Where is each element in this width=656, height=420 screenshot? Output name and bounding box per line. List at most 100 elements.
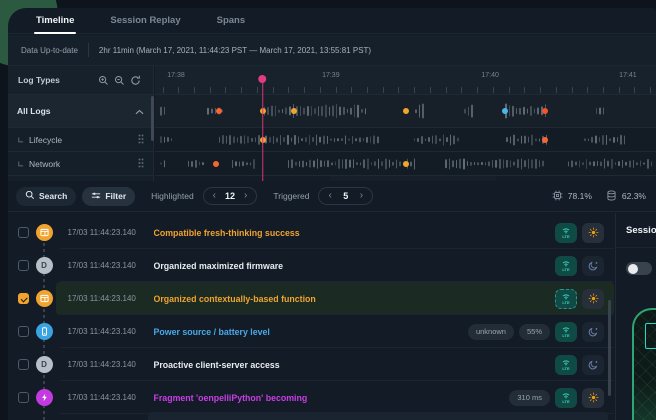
moon-icon[interactable]: [582, 355, 604, 375]
event-marker-dot[interactable]: [542, 108, 548, 114]
drag-handle-icon[interactable]: [138, 155, 144, 173]
next-highlighted-button[interactable]: ›: [244, 191, 247, 201]
waveform-bar: [271, 105, 273, 116]
log-checkbox[interactable]: [18, 260, 29, 271]
svg-text:LTE: LTE: [562, 399, 570, 404]
sun-icon[interactable]: [582, 223, 604, 243]
chevron-up-icon[interactable]: [135, 102, 144, 120]
waveform-bar: [509, 105, 511, 116]
memory-stat: 62.3%: [606, 190, 646, 203]
zoom-out-icon[interactable]: [111, 75, 127, 86]
divider: [616, 247, 656, 248]
waveform-bar: [579, 160, 581, 167]
waveform-bar: [246, 162, 248, 165]
log-row[interactable]: 17/03 11:44:23.140Fragment 'oenpelliPyth…: [8, 381, 614, 414]
waveform-bar: [535, 138, 537, 141]
tab-spans[interactable]: Spans: [217, 15, 246, 26]
log-types-scrollbar[interactable]: [151, 96, 154, 141]
waveform-bar: [253, 158, 255, 168]
log-badges: LTE: [555, 355, 604, 375]
tab-session-replay[interactable]: Session Replay: [110, 15, 180, 26]
waveform-bar: [602, 134, 604, 144]
waveform-bar: [470, 161, 472, 165]
sun-icon[interactable]: [582, 289, 604, 309]
axis-tick: [619, 87, 620, 93]
log-type-label: Network: [29, 159, 138, 169]
waveform-bar: [539, 160, 541, 168]
search-button[interactable]: Search: [16, 187, 76, 206]
value-pill: 310 ms: [509, 390, 550, 406]
event-marker-dot[interactable]: [502, 108, 508, 114]
axis-tick: [461, 87, 462, 93]
log-checkbox[interactable]: [18, 326, 29, 337]
session-toggle[interactable]: [626, 262, 652, 275]
waveform-bar: [339, 107, 341, 116]
log-type-row-network[interactable]: Network: [8, 152, 153, 176]
waveform-bar: [499, 158, 501, 168]
axis-tick: [304, 87, 305, 93]
event-marker-dot[interactable]: [291, 108, 297, 114]
waveform-bar: [226, 135, 228, 144]
playhead[interactable]: [262, 79, 264, 181]
lte-signal-badge[interactable]: LTE: [555, 322, 577, 342]
event-marker-dot[interactable]: [403, 108, 409, 114]
log-row[interactable]: D17/03 11:44:23.140Proactive client-serv…: [8, 348, 614, 381]
log-types-panel: Log Types All Logs Lifecycle: [8, 66, 154, 181]
tab-timeline[interactable]: Timeline: [36, 15, 74, 26]
lte-signal-badge[interactable]: LTE: [555, 223, 577, 243]
prev-highlighted-button[interactable]: ‹: [213, 191, 216, 201]
log-type-row-lifecycle[interactable]: Lifecycle: [8, 128, 153, 152]
log-row[interactable]: 17/03 11:44:23.140Organized contextually…: [8, 282, 614, 315]
sun-icon[interactable]: [582, 388, 604, 408]
waveform-bar: [306, 162, 308, 166]
axis-tick: [241, 87, 242, 93]
waveform-bar: [278, 110, 280, 113]
waveform-bar: [568, 161, 570, 166]
prev-triggered-button[interactable]: ‹: [328, 191, 331, 201]
lte-signal-badge[interactable]: LTE: [555, 355, 577, 375]
highlighted-stepper[interactable]: ‹ 12 ›: [203, 187, 258, 205]
filter-button[interactable]: Filter: [82, 187, 135, 206]
waveform-bar: [311, 106, 313, 116]
log-row[interactable]: 17/03 11:44:23.140Power source / battery…: [8, 315, 614, 348]
log-types-title: Log Types: [18, 75, 95, 85]
waveform-bar: [446, 137, 448, 143]
letter-d: D: [41, 261, 47, 270]
log-checkbox[interactable]: [18, 392, 29, 403]
playhead-handle[interactable]: [259, 75, 267, 83]
waveform-bar: [588, 138, 590, 141]
waveform-bar: [229, 135, 231, 145]
moon-icon[interactable]: [582, 322, 604, 342]
log-badges: LTE: [555, 256, 604, 276]
lte-signal-badge[interactable]: LTE: [555, 388, 577, 408]
log-title: Organized maximized firmware: [154, 261, 284, 271]
event-marker-dot[interactable]: [542, 137, 548, 143]
zoom-in-icon[interactable]: [95, 75, 111, 86]
waveform-bar: [510, 136, 512, 143]
lte-signal-badge[interactable]: LTE: [555, 256, 577, 276]
next-log-row-partial[interactable]: [148, 412, 608, 420]
triggered-stepper[interactable]: ‹ 5 ›: [318, 187, 373, 205]
log-row[interactable]: D17/03 11:44:23.140Organized maximized f…: [8, 249, 614, 282]
log-checkbox[interactable]: [18, 227, 29, 238]
next-triggered-button[interactable]: ›: [360, 191, 363, 201]
waveform-bar: [320, 160, 322, 168]
waveform-bar: [443, 134, 445, 145]
log-type-row-all-logs[interactable]: All Logs: [8, 95, 153, 128]
log-checkbox[interactable]: [18, 359, 29, 370]
log-list-scrollbar[interactable]: [608, 300, 611, 396]
lte-signal-badge[interactable]: LTE: [555, 289, 577, 309]
refresh-icon[interactable]: [127, 75, 143, 86]
log-row[interactable]: 17/03 11:44:23.140Compatible fresh-think…: [8, 216, 614, 249]
moon-icon[interactable]: [582, 256, 604, 276]
drag-handle-icon[interactable]: [138, 131, 144, 149]
waveform-bar: [597, 161, 599, 167]
waveform-bar: [349, 159, 351, 168]
event-marker-dot[interactable]: [403, 161, 409, 167]
event-marker-dot[interactable]: [216, 108, 222, 114]
log-type-label: All Logs: [17, 106, 135, 116]
log-checkbox[interactable]: [18, 293, 29, 304]
time-tick-label: 17:40: [481, 72, 499, 79]
event-marker-dot[interactable]: [213, 161, 219, 167]
axis-tick: [194, 87, 195, 93]
